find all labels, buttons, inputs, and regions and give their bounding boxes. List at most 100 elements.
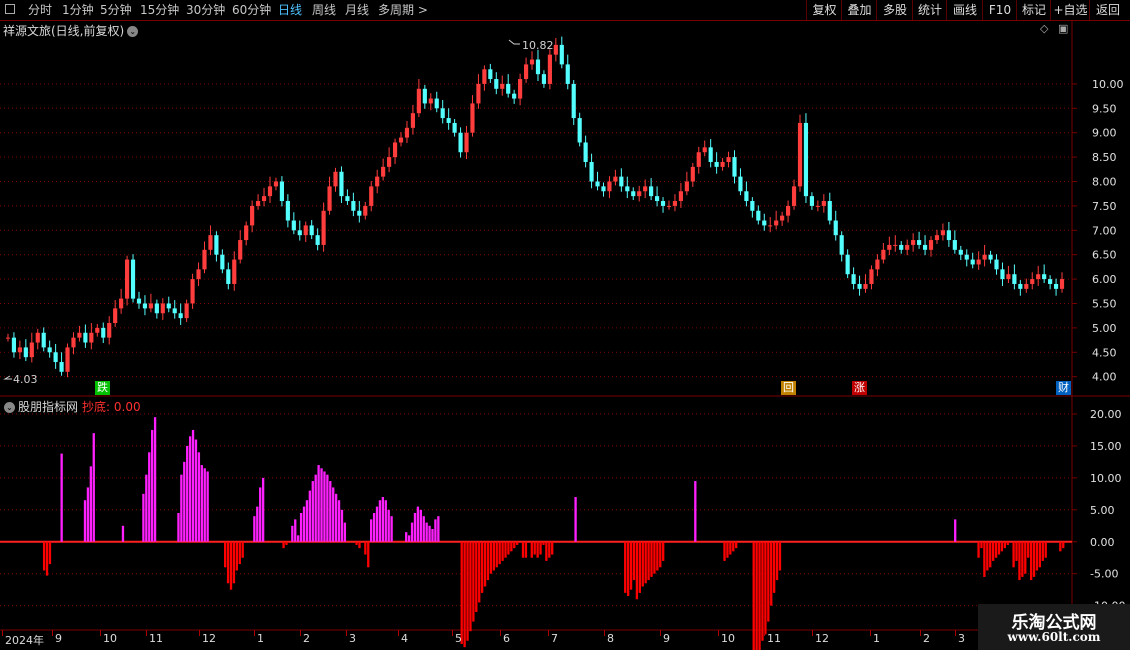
- candle-body: [875, 259, 880, 270]
- candle-body: [738, 176, 743, 192]
- date-tick-3: 11: [149, 632, 163, 645]
- candle-body: [232, 259, 237, 284]
- indicator-bar: [253, 516, 256, 542]
- period-tab-5[interactable]: 60分钟: [232, 2, 271, 18]
- indicator-bar: [314, 474, 317, 542]
- date-tick-mark: [300, 630, 301, 636]
- candle-body: [29, 342, 34, 358]
- candle-body: [345, 196, 350, 202]
- date-tick-mark: [870, 630, 871, 636]
- indicator-bar: [778, 541, 782, 571]
- date-tick-mark: [812, 630, 813, 636]
- candle-body: [547, 54, 552, 84]
- candle-body: [285, 201, 290, 221]
- candle-body: [607, 181, 612, 192]
- indicator-bar: [428, 525, 431, 542]
- chevron-down-icon[interactable]: ⌄: [4, 402, 15, 413]
- candle-body: [702, 147, 707, 153]
- indicator-bar: [145, 474, 148, 542]
- toolbar-button-0[interactable]: 复权: [806, 0, 842, 20]
- date-tick-14: 10: [721, 632, 735, 645]
- candle-body: [142, 303, 148, 309]
- toolbar-button-7[interactable]: +自选: [1050, 0, 1090, 20]
- toolbar-button-4[interactable]: 画线: [946, 0, 983, 20]
- indicator-bar: [364, 541, 367, 555]
- candle-body: [434, 98, 439, 109]
- candle-body: [982, 254, 987, 260]
- candle-body: [744, 191, 749, 202]
- candle-body: [1006, 274, 1011, 280]
- period-tab-0[interactable]: 分时: [28, 2, 52, 18]
- period-tab-7[interactable]: 周线: [312, 2, 336, 18]
- candle-body: [196, 269, 201, 280]
- indicator-bar: [241, 541, 244, 558]
- window-icon[interactable]: [5, 4, 15, 14]
- indicator-bar: [723, 541, 726, 561]
- candle-body: [488, 69, 493, 80]
- indicator-bar: [235, 541, 239, 571]
- indicator-bar: [772, 541, 776, 593]
- indicator-value: 抄底: 0.00: [82, 400, 141, 414]
- diamond-icon[interactable]: ◇: [1040, 22, 1048, 35]
- candle-body: [851, 274, 856, 284]
- candle-body: [905, 244, 910, 250]
- event-marker-3[interactable]: 财: [1056, 381, 1071, 395]
- indicator-bar: [367, 541, 370, 568]
- price-tick-label: 9.50: [1092, 102, 1117, 115]
- candle-body: [71, 337, 76, 348]
- date-tick-mark: [548, 630, 549, 636]
- candle-body: [83, 332, 88, 343]
- chevron-down-icon[interactable]: ⌄: [127, 26, 139, 37]
- indicator-bar: [991, 541, 995, 561]
- indicator-bar: [148, 452, 151, 542]
- indicator-bars-layer: [42, 417, 1065, 650]
- candle-body: [279, 181, 284, 202]
- period-tab-3[interactable]: 15分钟: [140, 2, 179, 18]
- toolbar-button-3[interactable]: 统计: [912, 0, 947, 20]
- candle-body: [1059, 279, 1065, 289]
- toolbar-button-8[interactable]: 返回: [1089, 0, 1126, 20]
- price-tick-label: 8.00: [1092, 176, 1117, 189]
- indicator-bar: [390, 516, 393, 542]
- candle-body: [220, 254, 225, 270]
- toolbar-button-1[interactable]: 叠加: [841, 0, 877, 20]
- period-tab-4[interactable]: 30分钟: [186, 2, 225, 18]
- candle-body: [321, 210, 326, 245]
- indicator-bar: [653, 541, 656, 574]
- date-tick-17: 1: [873, 632, 880, 645]
- date-tick-10: 6: [503, 632, 510, 645]
- indicator-bar: [472, 541, 475, 622]
- candle-body: [637, 191, 642, 197]
- date-tick-mark: [146, 630, 147, 636]
- candle-body: [726, 157, 731, 162]
- period-tab-1[interactable]: 1分钟: [62, 2, 94, 18]
- period-tab-2[interactable]: 5分钟: [100, 2, 132, 18]
- toolbar-button-2[interactable]: 多股: [876, 0, 913, 20]
- indicator-bar: [410, 522, 414, 542]
- period-tab-9[interactable]: 多周期 >: [378, 2, 428, 18]
- indicator-bar: [229, 541, 233, 590]
- y-axis-layer: 10.00 9.50 9.00 8.50 8.00 7.50 7.00 6.50 6.00 5.5…: [1090, 78, 1125, 613]
- candle-body: [363, 205, 368, 216]
- period-tab-6[interactable]: 日线: [278, 2, 302, 18]
- period-tab-8[interactable]: 月线: [345, 2, 369, 18]
- event-marker-0[interactable]: 跌: [95, 381, 110, 395]
- indicator-bar: [548, 541, 551, 558]
- indicator-bar: [256, 506, 259, 542]
- candle-body: [869, 269, 874, 284]
- indicator-bar: [311, 481, 314, 542]
- indicator-bar: [501, 541, 504, 561]
- event-marker-1[interactable]: 回: [781, 381, 796, 395]
- toolbar-button-5[interactable]: F10: [982, 0, 1017, 20]
- event-marker-2[interactable]: 涨: [852, 381, 867, 395]
- indicator-bar: [761, 541, 764, 641]
- window-toggle-icon[interactable]: ▣: [1058, 22, 1068, 35]
- indicator-bar: [638, 541, 641, 593]
- low-price-label: 4.03: [13, 373, 38, 386]
- indicator-bar: [337, 500, 341, 542]
- indicator-bar: [475, 541, 478, 613]
- toolbar-button-6[interactable]: 标记: [1016, 0, 1051, 20]
- candle-body: [440, 108, 445, 119]
- candle-body: [970, 259, 975, 265]
- price-tick-label: 8.50: [1092, 151, 1117, 164]
